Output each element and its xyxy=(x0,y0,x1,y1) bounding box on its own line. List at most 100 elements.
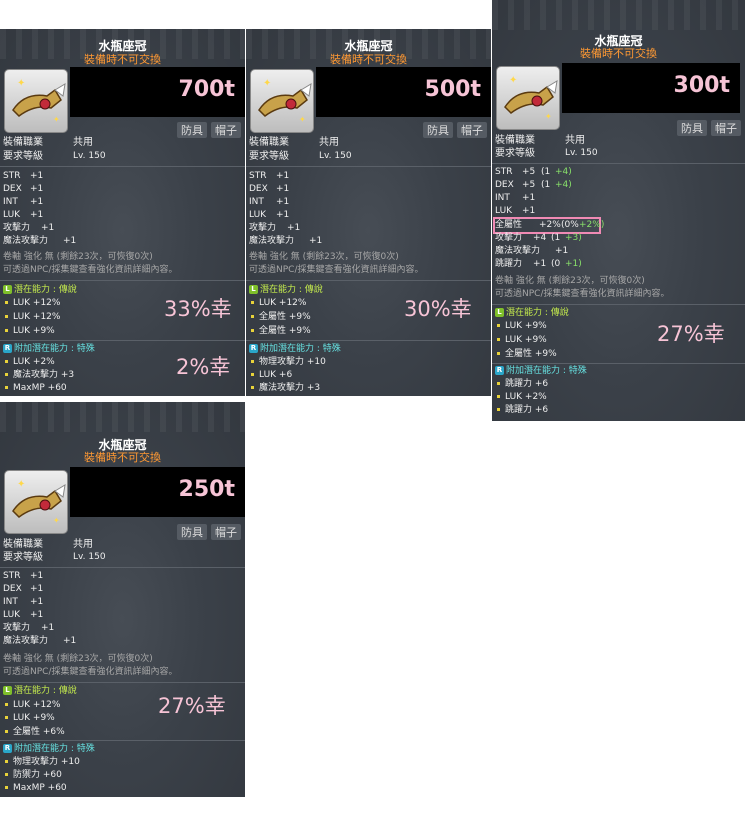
stat-row: STR +1 xyxy=(3,571,44,581)
bullet-icon xyxy=(497,407,500,411)
add-potential-line: 防禦力 +60 xyxy=(3,769,62,782)
bullet-icon xyxy=(5,385,8,389)
stat-row: INT +1 xyxy=(249,197,290,207)
add-potential-header: R 附加潛在能力 : 特殊 xyxy=(495,366,587,376)
bullet-icon xyxy=(5,702,8,706)
category-tags: 防具 帽子 xyxy=(673,120,741,136)
add-potential-line: LUK +2% xyxy=(3,356,55,369)
level-row: 要求等級 Lv. 150 xyxy=(495,148,598,159)
bullet-icon xyxy=(5,359,8,363)
scroll-info: 卷軸 強化 無 (剩餘23次，可恢復0次) xyxy=(495,276,645,286)
bullet-icon xyxy=(251,385,254,389)
add-potential-header: R 附加潛在能力 : 特殊 xyxy=(3,344,95,354)
potential-line: LUK +12% xyxy=(3,311,60,324)
svg-text:✦: ✦ xyxy=(299,115,306,124)
stat-row: DEX +1 xyxy=(3,184,44,194)
category-tags: 防具 帽子 xyxy=(173,122,241,138)
price-box: 700t xyxy=(70,67,245,117)
add-potential-line: 魔法攻擊力 +3 xyxy=(249,382,320,395)
stat-row: 魔法攻擊力 +1 xyxy=(3,636,77,646)
stat-row: 跳躍力 +1 (0 +1) xyxy=(495,259,582,269)
stat-row: INT +1 xyxy=(495,193,536,203)
bullet-icon xyxy=(5,785,8,789)
stat-row: 攻擊力 +1 xyxy=(3,623,55,633)
rare-badge-icon: R xyxy=(495,366,504,375)
tag-hat: 帽子 xyxy=(211,524,241,540)
potential-header: L 潛在能力 : 傳說 xyxy=(3,685,77,698)
bullet-icon xyxy=(251,328,254,332)
tag-armor: 防具 xyxy=(177,122,207,138)
scroll-hint: 可透過NPC/採集鍵查看強化資訊詳細內容。 xyxy=(495,289,670,299)
potential-line: 全屬性 +6% xyxy=(3,726,65,739)
potential-line: LUK +9% xyxy=(495,320,547,333)
bullet-icon xyxy=(5,729,8,733)
category-tags: 防具 帽子 xyxy=(419,122,487,138)
bullet-icon xyxy=(5,300,8,304)
potential-header: L 潛在能力 : 傳說 xyxy=(249,284,323,297)
level-row: 要求等級 Lv. 150 xyxy=(3,552,106,563)
legendary-badge-icon: L xyxy=(249,285,258,294)
item-tooltip-card-4: 水瓶座冠 裝備時不可交換 ✦ ✦ 250t 防具 帽子 裝備職業 共用 要求等級 Lv… xyxy=(0,402,245,797)
bullet-icon xyxy=(5,715,8,719)
stat-row: STR +1 xyxy=(249,171,290,181)
bullet-icon xyxy=(5,759,8,763)
price-label: 500t xyxy=(424,77,481,102)
level-row: 要求等級 Lv. 150 xyxy=(249,151,352,162)
bullet-icon xyxy=(497,351,500,355)
category-tags: 防具 帽子 xyxy=(173,524,241,540)
stat-row: LUK +1 xyxy=(249,210,290,220)
stat-row: DEX +1 xyxy=(249,184,290,194)
stat-row: 攻擊力 +1 xyxy=(249,223,301,233)
svg-text:✦: ✦ xyxy=(509,75,517,86)
stat-row: LUK +1 xyxy=(3,210,44,220)
add-potential-line: 物理攻擊力 +10 xyxy=(249,356,326,369)
job-row: 裝備職業 共用 xyxy=(495,135,585,146)
job-row: 裝備職業 共用 xyxy=(3,137,93,148)
trade-note: 裝備時不可交換 xyxy=(84,53,161,66)
svg-text:✦: ✦ xyxy=(53,115,60,124)
job-row: 裝備職業 共用 xyxy=(249,137,339,148)
luck-annotation-main: 27%幸 xyxy=(657,322,725,346)
price-box: 300t xyxy=(562,63,740,113)
scroll-info: 卷軸 強化 無 (剩餘23次，可恢復0次) xyxy=(249,252,399,262)
legendary-badge-icon: L xyxy=(3,686,12,695)
legendary-badge-icon: L xyxy=(495,308,504,317)
job-row: 裝備職業 共用 xyxy=(3,539,93,550)
tag-armor: 防具 xyxy=(177,524,207,540)
add-potential-header: R 附加潛在能力 : 特殊 xyxy=(249,344,341,354)
potential-header: L 潛在能力 : 傳說 xyxy=(3,284,77,297)
potential-line: LUK +9% xyxy=(3,712,55,725)
add-potential-line: 物理攻擊力 +10 xyxy=(3,756,80,769)
item-tooltip-card-2: 水瓶座冠 裝備時不可交換 ✦ ✦ 500t 防具 帽子 裝備職業 共用 要求等級 Lv… xyxy=(246,29,491,396)
bullet-icon xyxy=(497,337,500,341)
legendary-badge-icon: L xyxy=(3,285,12,294)
stat-row: LUK +1 xyxy=(495,206,536,216)
stat-row: LUK +1 xyxy=(3,610,44,620)
stat-row: 魔法攻擊力 +1 xyxy=(249,236,323,246)
add-potential-line: LUK +2% xyxy=(495,391,547,404)
potential-header: L 潛在能力 : 傳說 xyxy=(495,307,569,320)
price-box: 500t xyxy=(316,67,491,117)
crown-item-icon: ✦ ✦ xyxy=(250,69,314,133)
stat-row: STR +5 (1 +4) xyxy=(495,167,572,177)
luck-annotation-main: 33%幸 xyxy=(164,297,232,321)
crown-item-icon: ✦ ✦ xyxy=(4,470,68,534)
bullet-icon xyxy=(5,314,8,318)
svg-text:✦: ✦ xyxy=(545,112,552,121)
bullet-icon xyxy=(497,323,500,327)
bullet-icon xyxy=(5,772,8,776)
stat-row-highlighted: 全屬性 +2% (0% +2%) xyxy=(493,217,605,234)
bullet-icon xyxy=(5,372,8,376)
scroll-info: 卷軸 強化 無 (剩餘23次，可恢復0次) xyxy=(3,252,153,262)
scroll-hint: 可透過NPC/採集鍵查看強化資訊詳細內容。 xyxy=(3,667,178,677)
svg-text:✦: ✦ xyxy=(263,78,271,89)
stat-row: 攻擊力 +1 xyxy=(3,223,55,233)
potential-line: LUK +9% xyxy=(495,334,547,347)
price-label: 700t xyxy=(178,77,235,102)
potential-line: 全屬性 +9% xyxy=(495,348,557,361)
rare-badge-icon: R xyxy=(3,744,12,753)
bullet-icon xyxy=(497,381,500,385)
add-potential-line: LUK +6 xyxy=(249,369,292,382)
stat-row: INT +1 xyxy=(3,197,44,207)
bullet-icon xyxy=(497,394,500,398)
